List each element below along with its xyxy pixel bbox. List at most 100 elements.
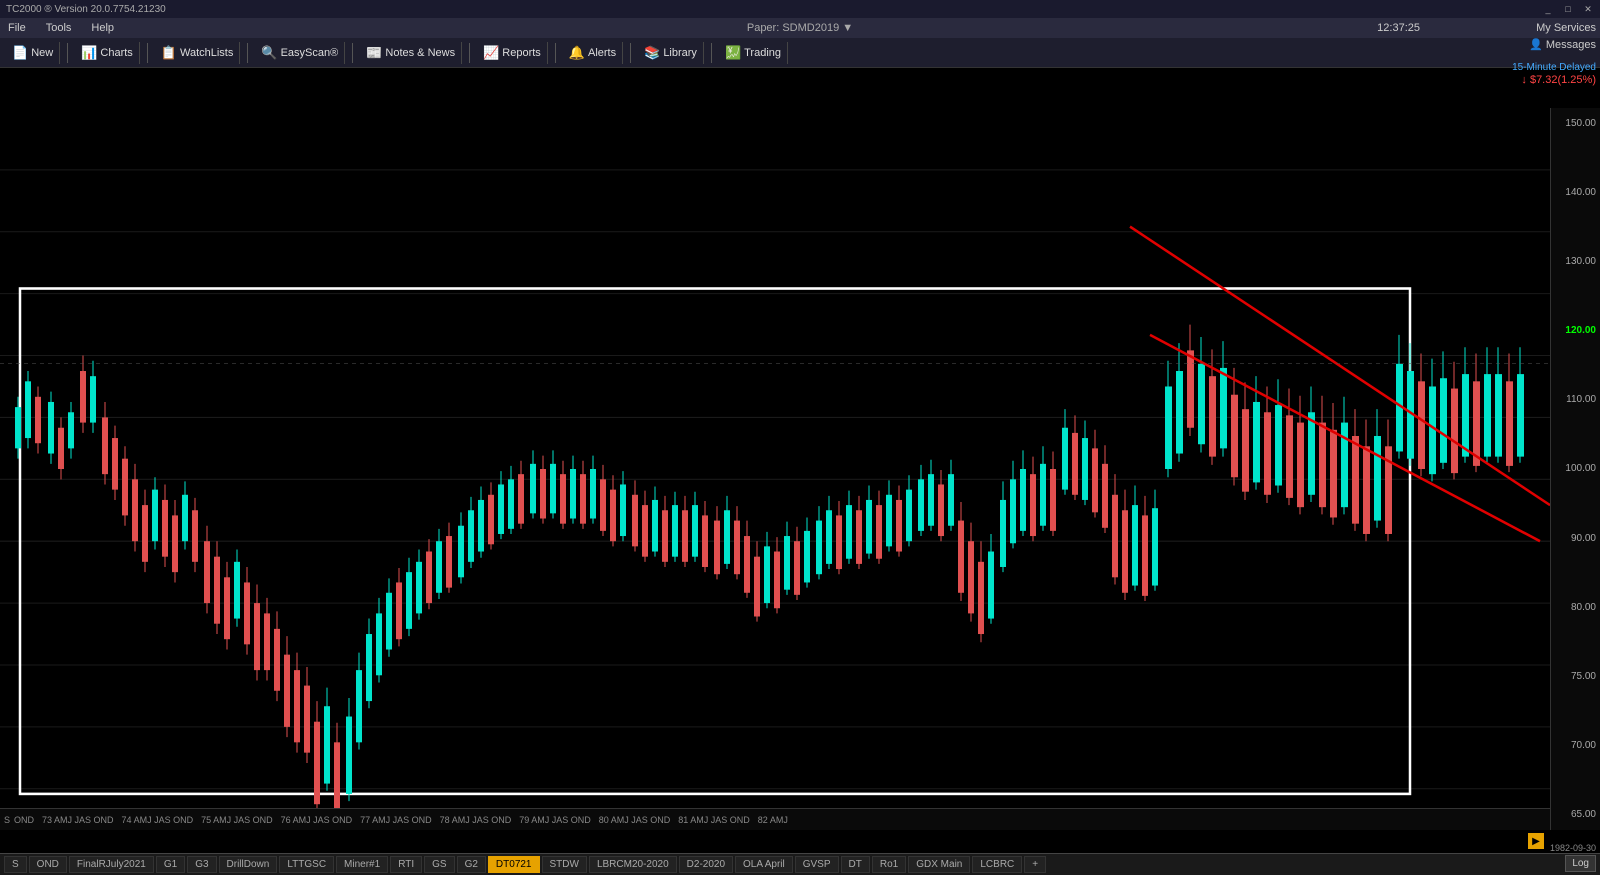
new-button[interactable]: 📄 New bbox=[6, 42, 60, 64]
reports-button[interactable]: 📈 Reports bbox=[477, 42, 548, 64]
clock: 12:37:25 bbox=[1377, 22, 1420, 34]
tab-lttgsc[interactable]: LTTGSC bbox=[279, 856, 334, 873]
time-axis: S OND 73 AMJ JAS OND 74 AMJ JAS OND 75 A… bbox=[0, 808, 1550, 830]
price-label-140: 140.00 bbox=[1555, 187, 1596, 198]
alerts-button[interactable]: 🔔 Alerts bbox=[563, 42, 623, 64]
tab-ola-april[interactable]: OLA April bbox=[735, 856, 793, 873]
tab-lcbrc[interactable]: LCBRC bbox=[972, 856, 1022, 873]
watchlists-icon: 📋 bbox=[161, 45, 177, 61]
easyscan-icon: 🔍 bbox=[261, 45, 277, 61]
tab-gdx-main[interactable]: GDX Main bbox=[908, 856, 970, 873]
tab-gvsp[interactable]: GVSP bbox=[795, 856, 839, 873]
price-label-65: 65.00 bbox=[1555, 809, 1596, 820]
toolbar: 📄 New 📊 Charts 📋 WatchLists 🔍 EasyScan® … bbox=[0, 38, 1600, 68]
arrow-button[interactable]: ▶ bbox=[1528, 833, 1544, 849]
price-change-text: ↓ $7.32(1.25%) bbox=[1521, 74, 1596, 86]
price-label-90: 90.00 bbox=[1555, 533, 1596, 544]
tab-d2-2020[interactable]: D2-2020 bbox=[679, 856, 733, 873]
messages-label: Messages bbox=[1546, 39, 1596, 51]
new-label: New bbox=[31, 47, 53, 59]
time-label-1981: AMJ JAS OND bbox=[690, 815, 750, 825]
notes-button[interactable]: 📰 Notes & News bbox=[360, 42, 462, 64]
time-label-78: 78 bbox=[440, 815, 450, 825]
reports-icon: 📈 bbox=[483, 45, 499, 61]
menu-help[interactable]: Help bbox=[87, 20, 118, 36]
maximize-button[interactable]: □ bbox=[1562, 3, 1574, 15]
paper-indicator[interactable]: Paper: SDMD2019 ▼ bbox=[747, 22, 853, 34]
time-label-75: 75 bbox=[201, 815, 211, 825]
separator-4 bbox=[352, 43, 353, 63]
menu-file[interactable]: File bbox=[4, 20, 30, 36]
paper-text: Paper: SDMD2019 ▼ bbox=[747, 22, 853, 34]
tab-lbrcm20-2020[interactable]: LBRCM20-2020 bbox=[589, 856, 677, 873]
price-axis: 150.00 140.00 130.00 120.00 110.00 100.0… bbox=[1550, 108, 1600, 830]
my-services-label: My Services bbox=[1536, 22, 1596, 34]
charts-button[interactable]: 📊 Charts bbox=[75, 42, 140, 64]
separator-8 bbox=[711, 43, 712, 63]
tab-s[interactable]: S bbox=[4, 856, 27, 873]
minimize-button[interactable]: _ bbox=[1542, 3, 1554, 15]
tab-gs[interactable]: GS bbox=[424, 856, 454, 873]
watchlists-label: WatchLists bbox=[180, 47, 233, 59]
time-label-81: 81 bbox=[678, 815, 688, 825]
notes-icon: 📰 bbox=[366, 45, 382, 61]
delayed-text: 15-Minute Delayed bbox=[1512, 62, 1596, 73]
alerts-icon: 🔔 bbox=[569, 45, 585, 61]
price-label-120: 120.00 bbox=[1555, 325, 1596, 336]
log-button[interactable]: Log bbox=[1565, 855, 1596, 872]
tab-ro1[interactable]: Ro1 bbox=[872, 856, 906, 873]
charts-icon: 📊 bbox=[81, 45, 97, 61]
date-display: 1982-09-30 bbox=[1550, 843, 1596, 853]
tab-g2[interactable]: G2 bbox=[457, 856, 486, 873]
trading-label: Trading bbox=[744, 47, 781, 59]
close-button[interactable]: ✕ bbox=[1582, 3, 1594, 15]
easyscan-button[interactable]: 🔍 EasyScan® bbox=[255, 42, 345, 64]
price-label-75: 75.00 bbox=[1555, 671, 1596, 682]
time-label-1974: AMJ JAS OND bbox=[134, 815, 194, 825]
app-title: TC2000 ® Version 20.0.7754.21230 bbox=[6, 4, 166, 15]
messages-area: 👤 Messages bbox=[1529, 38, 1596, 51]
trading-button[interactable]: 💹 Trading bbox=[719, 42, 788, 64]
menu-tools[interactable]: Tools bbox=[42, 20, 76, 36]
tab-drilldown[interactable]: DrillDown bbox=[219, 856, 278, 873]
tab-ond[interactable]: OND bbox=[29, 856, 67, 873]
tab-miner1[interactable]: Miner#1 bbox=[336, 856, 388, 873]
tab-stdw[interactable]: STDW bbox=[542, 856, 587, 873]
easyscan-label: EasyScan® bbox=[281, 47, 339, 59]
time-label-1980: AMJ JAS OND bbox=[611, 815, 671, 825]
watchlists-button[interactable]: 📋 WatchLists bbox=[155, 42, 241, 64]
bottom-tabs: S OND FinalRJuly2021 G1 G3 DrillDown LTT… bbox=[0, 853, 1600, 875]
price-label-70: 70.00 bbox=[1555, 740, 1596, 751]
tab-dt0721[interactable]: DT0721 bbox=[488, 856, 540, 873]
delayed-banner: 15-Minute Delayed bbox=[1512, 62, 1596, 73]
trading-icon: 💹 bbox=[725, 45, 741, 61]
tab-rti[interactable]: RTI bbox=[390, 856, 422, 873]
separator-1 bbox=[67, 43, 68, 63]
tab-dt[interactable]: DT bbox=[841, 856, 870, 873]
time-label-74: 74 bbox=[122, 815, 132, 825]
time-label-1982: AMJ bbox=[770, 815, 788, 825]
title-bar: TC2000 ® Version 20.0.7754.21230 _ □ ✕ bbox=[0, 0, 1600, 18]
library-icon: 📚 bbox=[644, 45, 660, 61]
chart-container: 150.00 140.00 130.00 120.00 110.00 100.0… bbox=[0, 108, 1600, 830]
tab-g3[interactable]: G3 bbox=[187, 856, 216, 873]
price-label-80: 80.00 bbox=[1555, 602, 1596, 613]
tab-finalrjuly2021[interactable]: FinalRJuly2021 bbox=[69, 856, 154, 873]
separator-7 bbox=[630, 43, 631, 63]
tab-add[interactable]: + bbox=[1024, 856, 1046, 873]
time-label-1978: AMJ JAS OND bbox=[452, 815, 512, 825]
tab-g1[interactable]: G1 bbox=[156, 856, 185, 873]
notes-label: Notes & News bbox=[385, 47, 455, 59]
title-bar-controls: _ □ ✕ bbox=[1542, 3, 1594, 15]
charts-label: Charts bbox=[100, 47, 132, 59]
price-label-110: 110.00 bbox=[1555, 394, 1596, 405]
library-button[interactable]: 📚 Library bbox=[638, 42, 704, 64]
time-label-ond: OND bbox=[14, 815, 34, 825]
alerts-label: Alerts bbox=[588, 47, 616, 59]
messages-button[interactable]: 👤 Messages bbox=[1529, 38, 1596, 51]
time-label-1977: AMJ JAS OND bbox=[372, 815, 432, 825]
my-services[interactable]: My Services bbox=[1536, 22, 1596, 34]
separator-3 bbox=[247, 43, 248, 63]
time-label-79: 79 bbox=[519, 815, 529, 825]
price-label-130: 130.00 bbox=[1555, 256, 1596, 267]
